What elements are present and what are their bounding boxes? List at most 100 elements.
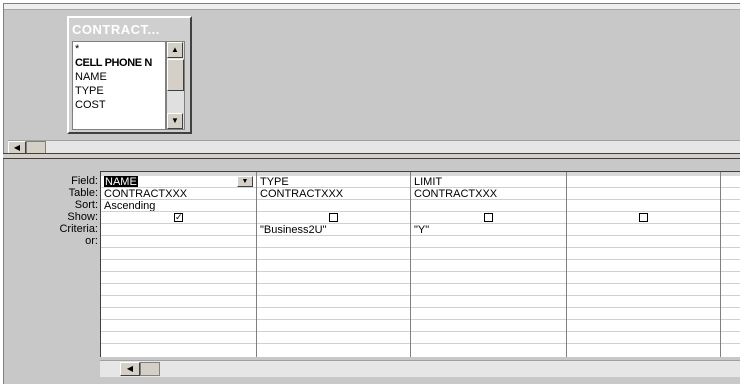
show-checkbox[interactable] <box>639 212 648 222</box>
or-cell[interactable] <box>411 308 566 320</box>
field-cell[interactable] <box>567 176 720 188</box>
table-field-list-window[interactable]: CONTRACT... * CELL PHONE N NAME TYPE COS… <box>67 16 192 134</box>
or-cell[interactable] <box>101 308 256 320</box>
criteria-cell[interactable] <box>721 224 740 236</box>
or-cell[interactable] <box>721 260 740 272</box>
scroll-left-icon[interactable]: ◀ <box>120 362 140 376</box>
or-cell[interactable] <box>257 332 410 344</box>
or-cell[interactable] <box>257 272 410 284</box>
or-cell[interactable] <box>257 260 410 272</box>
table-cell[interactable]: CONTRACTXXX <box>101 188 256 200</box>
row-label-or: or: <box>85 235 98 247</box>
field-value[interactable]: NAME <box>104 176 138 187</box>
or-cell[interactable] <box>411 296 566 308</box>
table-cell[interactable]: CONTRACTXXX <box>411 188 566 200</box>
field-list[interactable]: * CELL PHONE N NAME TYPE COST <box>72 41 166 130</box>
field-list-item[interactable]: NAME <box>73 70 165 84</box>
field-cell[interactable] <box>721 176 740 188</box>
or-cell[interactable] <box>411 272 566 284</box>
sort-cell[interactable] <box>721 200 740 212</box>
show-cell[interactable] <box>721 212 740 224</box>
show-cell <box>411 212 566 224</box>
or-cell[interactable] <box>567 260 720 272</box>
or-cell[interactable] <box>721 284 740 296</box>
sort-cell[interactable] <box>257 200 410 212</box>
or-cell[interactable] <box>721 236 740 248</box>
or-cell[interactable] <box>411 260 566 272</box>
or-cell[interactable] <box>721 272 740 284</box>
field-cell[interactable]: NAME ▼ <box>101 176 256 188</box>
row-labels: Field: Table: Sort: Show: Criteria: or: <box>4 175 100 247</box>
or-cell[interactable] <box>257 320 410 332</box>
field-list-item[interactable]: TYPE <box>73 84 165 98</box>
grid-column-empty <box>721 176 740 357</box>
field-list-item[interactable]: CELL PHONE N <box>73 56 165 70</box>
scroll-thumb[interactable] <box>140 362 160 376</box>
field-list-item[interactable]: * <box>73 42 165 56</box>
scroll-down-icon[interactable]: ▼ <box>167 113 183 129</box>
grid-hscrollbar[interactable]: ◀ <box>100 360 740 377</box>
or-cell[interactable] <box>721 296 740 308</box>
row-label-show: Show: <box>67 211 98 223</box>
row-label-sort: Sort: <box>74 199 98 211</box>
or-cell[interactable] <box>101 320 256 332</box>
or-cell[interactable] <box>411 248 566 260</box>
scroll-up-icon[interactable]: ▲ <box>167 42 183 58</box>
or-cell[interactable] <box>101 236 256 248</box>
or-cell[interactable] <box>257 236 410 248</box>
field-list-item[interactable]: COST <box>73 98 165 112</box>
table-cell[interactable] <box>567 188 720 200</box>
or-cell[interactable] <box>567 332 720 344</box>
or-cell[interactable] <box>411 236 566 248</box>
or-cell[interactable] <box>257 248 410 260</box>
criteria-cell[interactable]: "Y" <box>411 224 566 236</box>
or-cell[interactable] <box>567 284 720 296</box>
field-cell[interactable]: TYPE <box>257 176 410 188</box>
table-title[interactable]: CONTRACT... <box>72 21 187 39</box>
show-checkbox[interactable]: ✓ <box>174 212 183 222</box>
scroll-thumb[interactable] <box>167 59 184 91</box>
or-cell[interactable] <box>411 332 566 344</box>
or-cell[interactable] <box>721 332 740 344</box>
criteria-cell[interactable] <box>101 224 256 236</box>
grid-column-type: TYPE CONTRACTXXX "Business2U" <box>257 176 411 357</box>
or-cell[interactable] <box>101 260 256 272</box>
criteria-cell[interactable]: "Business2U" <box>257 224 410 236</box>
row-label-field: Field: <box>71 175 98 187</box>
sort-cell[interactable] <box>567 200 720 212</box>
or-cell[interactable] <box>567 296 720 308</box>
or-cell[interactable] <box>411 284 566 296</box>
or-cell[interactable] <box>411 320 566 332</box>
or-cell[interactable] <box>721 248 740 260</box>
or-cell[interactable] <box>101 248 256 260</box>
or-cell[interactable] <box>721 308 740 320</box>
field-cell[interactable]: LIMIT <box>411 176 566 188</box>
or-cell[interactable] <box>567 236 720 248</box>
or-cell[interactable] <box>567 320 720 332</box>
or-cell[interactable] <box>101 272 256 284</box>
table-cell[interactable] <box>721 188 740 200</box>
dropdown-arrow-icon[interactable]: ▼ <box>237 176 253 187</box>
show-checkbox[interactable] <box>484 212 493 222</box>
query-design-grid[interactable]: NAME ▼ CONTRACTXXX Ascending ✓ TYPE CONT… <box>100 171 740 357</box>
table-cell[interactable]: CONTRACTXXX <box>257 188 410 200</box>
or-cell[interactable] <box>721 320 740 332</box>
show-cell: ✓ <box>101 212 256 224</box>
criteria-cell[interactable] <box>567 224 720 236</box>
show-checkbox[interactable] <box>329 212 338 222</box>
row-label-criteria: Criteria: <box>59 223 98 235</box>
or-cell[interactable] <box>257 284 410 296</box>
or-cell[interactable] <box>567 308 720 320</box>
or-cell[interactable] <box>257 308 410 320</box>
sort-cell[interactable]: Ascending <box>101 200 256 212</box>
or-cell[interactable] <box>567 248 720 260</box>
table-pane: CONTRACT... * CELL PHONE N NAME TYPE COS… <box>3 3 740 155</box>
or-cell[interactable] <box>567 272 720 284</box>
sort-cell[interactable] <box>411 200 566 212</box>
design-grid-pane: Field: Table: Sort: Show: Criteria: or: … <box>3 159 740 384</box>
or-cell[interactable] <box>257 296 410 308</box>
or-cell[interactable] <box>101 284 256 296</box>
field-list-scrollbar[interactable]: ▲ ▼ <box>166 41 185 130</box>
or-cell[interactable] <box>101 296 256 308</box>
or-cell[interactable] <box>101 332 256 344</box>
